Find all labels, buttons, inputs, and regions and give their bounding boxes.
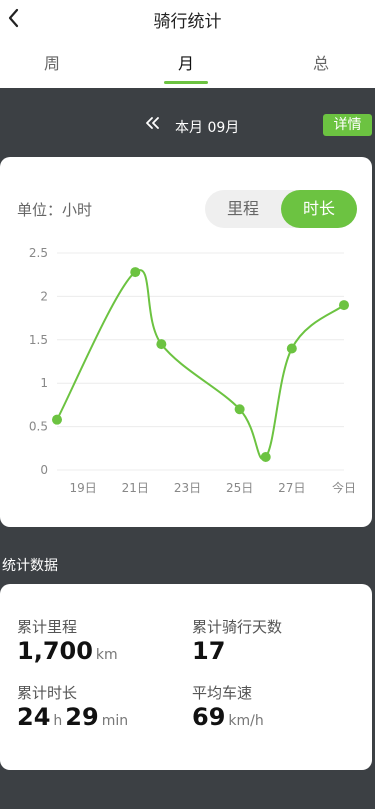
data-point [339, 300, 349, 311]
chart-card: 单位：小时 里程 时长 0 0.5 1 1.5 2 2.5 19日 21日 23日 25日 27日 今… [0, 157, 372, 527]
stat-value: 17 [192, 637, 226, 665]
stat-unit: min [101, 713, 129, 729]
x-tick-label: 19日 [69, 481, 96, 495]
toggle-distance[interactable]: 里程 [205, 190, 281, 228]
x-tick-label: 25日 [226, 481, 253, 495]
page-title: 骑行统计 [153, 12, 222, 32]
data-point [52, 414, 62, 425]
line-chart: 0 0.5 1 1.5 2 2.5 19日 21日 23日 25日 27日 今日 [29, 246, 356, 495]
y-tick-label: 1.5 [29, 333, 48, 347]
y-tick-label: 1 [40, 376, 48, 390]
stat-value: 69 [192, 703, 226, 731]
y-tick-label: 0.5 [29, 420, 48, 434]
stat-value-hours: 24 [17, 703, 51, 731]
tab-week[interactable]: 周 [27, 50, 77, 74]
x-tick-label: 23日 [174, 481, 201, 495]
data-point [234, 404, 245, 415]
series-line [56, 269, 345, 460]
stats-card: 累计里程 1,700 km 累计骑行天数 17 累计时长 24 h 29 min 平均车… [0, 584, 372, 770]
month-label: 本月 09月 [175, 120, 240, 136]
data-point [156, 339, 167, 350]
stat-label: 累计时长 [17, 684, 78, 702]
data-point [286, 343, 297, 354]
stat-total-duration: 累计时长 24 h 29 min [17, 682, 131, 731]
stats-section-title: 统计数据 [2, 558, 58, 574]
unit-label: 单位：小时 [17, 201, 93, 219]
stat-total-days: 累计骑行天数 17 [192, 616, 282, 665]
stat-label: 累计骑行天数 [192, 618, 283, 636]
top-bar: 骑行统计 周 月 总 [0, 0, 375, 88]
toggle-duration[interactable]: 时长 [281, 190, 357, 228]
x-tick-label: 今日 [332, 480, 356, 495]
x-tick-label: 27日 [278, 481, 305, 495]
y-tick-label: 0 [40, 463, 48, 477]
active-tab-indicator [164, 81, 208, 84]
stat-unit: km [95, 647, 118, 663]
y-tick-label: 2.5 [29, 246, 48, 260]
tab-bar: 周 月 总 [0, 50, 375, 82]
metric-toggle: 里程 时长 [205, 190, 357, 228]
stat-value-minutes: 29 [65, 703, 99, 731]
stat-unit: h [53, 713, 63, 729]
detail-button[interactable]: 详情 [323, 114, 372, 136]
stat-label: 平均车速 [192, 684, 253, 702]
month-bar: 本月 09月 详情 [0, 108, 375, 144]
stat-value: 1,700 [17, 637, 93, 665]
stat-avg-speed: 平均车速 69 km/h [192, 682, 267, 731]
tab-total[interactable]: 总 [296, 50, 346, 74]
double-chevron-left-icon[interactable] [144, 115, 160, 136]
tab-month[interactable]: 月 [161, 50, 211, 74]
y-tick-label: 2 [40, 289, 48, 303]
x-tick-label: 21日 [122, 481, 149, 495]
stat-unit: km/h [228, 713, 264, 729]
data-point [130, 267, 141, 278]
stat-label: 累计里程 [17, 618, 78, 636]
data-point [260, 451, 271, 462]
stat-total-distance: 累计里程 1,700 km [17, 616, 121, 665]
